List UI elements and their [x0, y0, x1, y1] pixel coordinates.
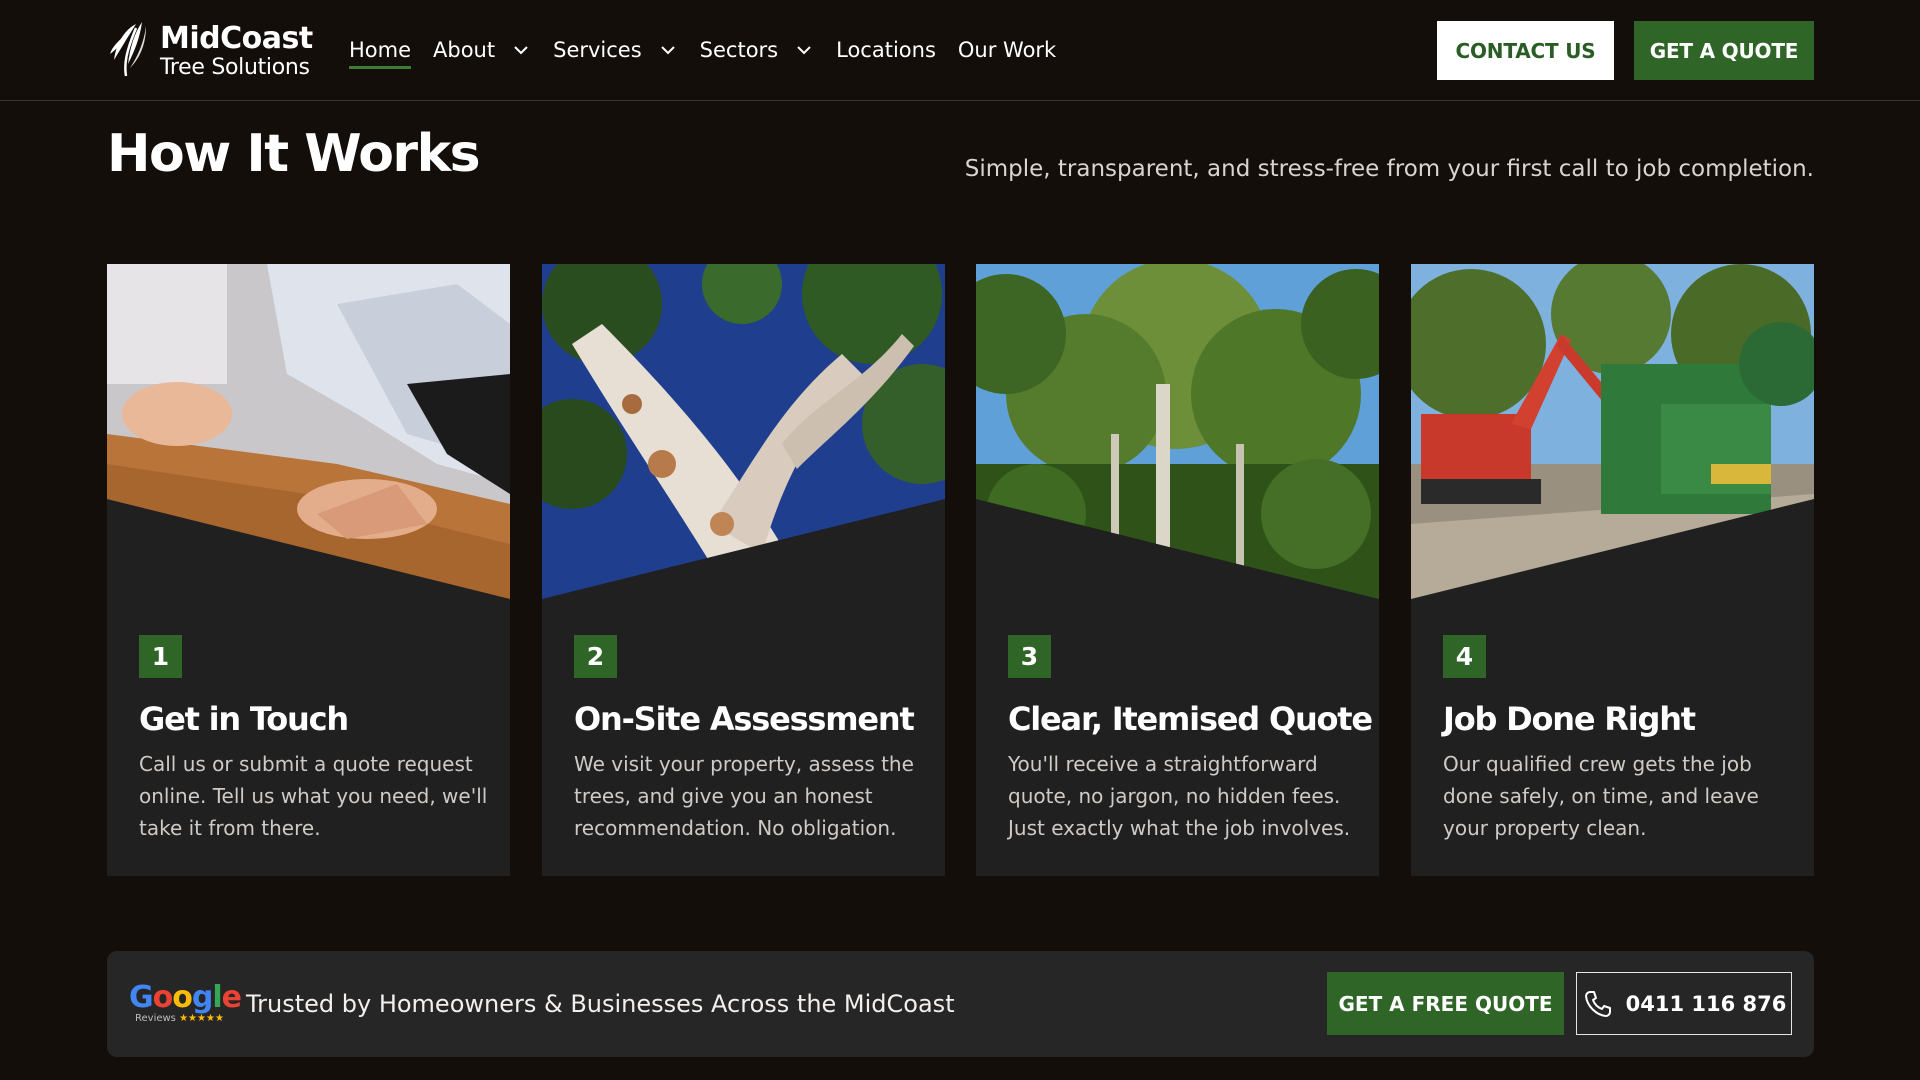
photo-diagonal-cut — [976, 499, 1379, 599]
nav-services[interactable]: Services — [553, 30, 678, 70]
brand-logo[interactable]: MidCoast Tree Solutions — [106, 20, 313, 82]
nav-home-label: Home — [349, 38, 412, 62]
step-description: Our qualified crew gets the job done saf… — [1443, 752, 1759, 840]
get-a-quote-button[interactable]: GET A QUOTE — [1634, 21, 1814, 80]
nav-our-work[interactable]: Our Work — [958, 30, 1056, 70]
step-card-2: 2 On-Site Assessment We visit your prope… — [542, 264, 945, 876]
step-card-1: 1 Get in Touch Call us or submit a quote… — [107, 264, 510, 876]
step-description: We visit your property, assess the trees… — [574, 752, 914, 840]
step-2-photo — [542, 264, 945, 599]
google-reviews-logo[interactable]: Google Reviews ★★★★★ — [129, 980, 242, 1025]
nav-about-label: About — [433, 38, 496, 62]
photo-diagonal-cut — [1411, 499, 1814, 599]
nav-locations-label: Locations — [836, 38, 936, 62]
nav-locations[interactable]: Locations — [836, 30, 936, 70]
section-subtitle: Simple, transparent, and stress-free fro… — [964, 156, 1814, 182]
google-reviews-label: Reviews ★★★★★ — [135, 1013, 224, 1024]
step-4-photo — [1411, 264, 1814, 599]
site-header: MidCoast Tree Solutions Home About Servi… — [0, 0, 1920, 101]
trust-statement: Trusted by Homeowners & Businesses Acros… — [246, 990, 955, 1018]
phone-number: 0411 116 876 — [1625, 991, 1787, 1016]
brand-subtitle: Tree Solutions — [160, 54, 310, 80]
step-card-3: 3 Clear, Itemised Quote You'll receive a… — [976, 264, 1379, 876]
step-title: Get in Touch — [139, 700, 349, 738]
step-title: On-Site Assessment — [574, 700, 915, 738]
step-title: Clear, Itemised Quote — [1008, 700, 1373, 738]
phone-call-button[interactable]: 0411 116 876 — [1576, 972, 1792, 1035]
chevron-down-icon — [797, 46, 811, 55]
step-title: Job Done Right — [1443, 700, 1696, 738]
nav-our-work-label: Our Work — [957, 38, 1057, 62]
nav-sectors-label: Sectors — [699, 38, 779, 62]
main-nav: Home About Services Sectors Locations Ou… — [349, 30, 1056, 70]
step-card-4: 4 Job Done Right Our qualified crew gets… — [1411, 264, 1814, 876]
brand-name: MidCoast — [160, 20, 313, 56]
nav-sectors[interactable]: Sectors — [700, 30, 814, 70]
step-number-badge: 4 — [1443, 635, 1486, 678]
trust-bar: Google Reviews ★★★★★ Trusted by Homeowne… — [107, 951, 1814, 1057]
google-wordmark: Google — [129, 980, 242, 1015]
chevron-down-icon — [514, 46, 528, 55]
step-description: You'll receive a straightforward quote, … — [1008, 752, 1351, 840]
step-description: Call us or submit a quote request online… — [139, 752, 488, 840]
section-title: How It Works — [107, 124, 481, 184]
nav-about[interactable]: About — [433, 30, 531, 70]
nav-home[interactable]: Home — [349, 30, 412, 70]
phone-icon — [1584, 990, 1611, 1017]
step-number-badge: 1 — [139, 635, 182, 678]
nav-services-label: Services — [553, 38, 642, 62]
contact-us-button[interactable]: CONTACT US — [1437, 21, 1614, 80]
leaf-logo-icon — [110, 22, 146, 77]
step-number-badge: 3 — [1008, 635, 1051, 678]
photo-diagonal-cut — [542, 499, 945, 599]
step-1-photo — [107, 264, 510, 599]
chevron-down-icon — [660, 46, 675, 55]
step-number-badge: 2 — [574, 635, 617, 678]
photo-diagonal-cut — [107, 499, 510, 599]
star-rating-icon: ★★★★★ — [179, 1013, 224, 1024]
get-free-quote-button[interactable]: GET A FREE QUOTE — [1327, 972, 1564, 1035]
step-3-photo — [976, 264, 1379, 599]
